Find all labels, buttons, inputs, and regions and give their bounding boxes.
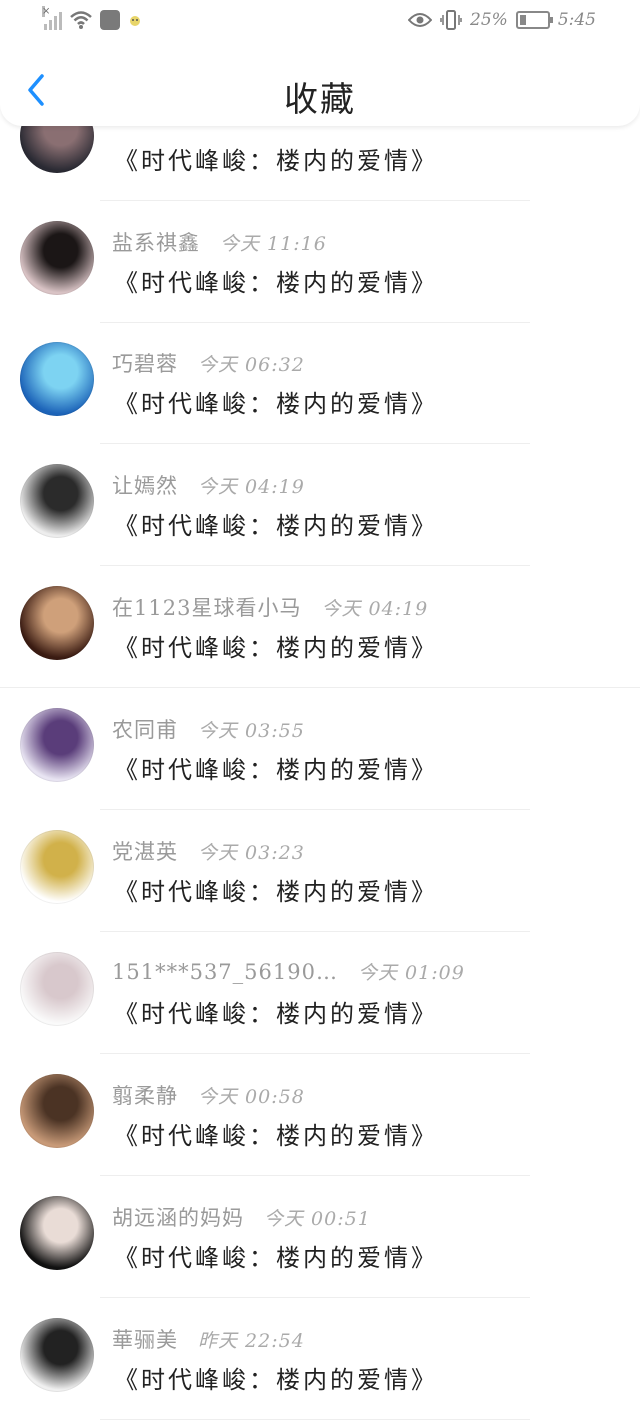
user-name[interactable]: 党湛英 — [112, 836, 178, 866]
avatar[interactable] — [20, 221, 94, 295]
list-item[interactable]: 农同甫 今天 03:55 《时代峰峻：楼内的爱情》 — [0, 688, 640, 810]
user-name[interactable]: 农同甫 — [112, 714, 178, 744]
status-bar: × 25% 5:45 — [0, 0, 640, 44]
user-name[interactable]: 盐系祺鑫 — [112, 227, 200, 257]
avatar[interactable] — [20, 586, 94, 660]
page-title: 收藏 — [284, 80, 356, 120]
avatar[interactable] — [20, 342, 94, 416]
book-title: 《时代峰峻：楼内的爱情》 — [114, 1244, 438, 1272]
list-item[interactable]: 華骊美 昨天 22:54 《时代峰峻：楼内的爱情》 — [0, 1298, 640, 1420]
vibrate-icon — [440, 10, 462, 30]
favorites-list[interactable]: 《时代峰峻：楼内的爱情》 盐系祺鑫 今天 11:16 《时代峰峻：楼内的爱情》 巧… — [0, 0, 640, 1422]
book-title: 《时代峰峻：楼内的爱情》 — [114, 1000, 438, 1028]
clock: 5:45 — [557, 10, 596, 30]
timestamp: 今天 01:09 — [357, 962, 465, 984]
app-notification-icon — [100, 10, 120, 30]
notification-icon — [130, 16, 140, 26]
timestamp: 昨天 22:54 — [198, 1330, 305, 1352]
list-item[interactable]: 151***537_56190… 今天 01:09 《时代峰峻：楼内的爱情》 — [0, 932, 640, 1054]
avatar[interactable] — [20, 1196, 94, 1270]
user-name[interactable]: 在1123星球看小马 — [112, 592, 301, 622]
timestamp: 今天 11:16 — [220, 233, 327, 255]
book-title: 《时代峰峻：楼内的爱情》 — [114, 1366, 438, 1394]
eye-icon — [408, 13, 433, 27]
signal-icon: × — [42, 6, 62, 30]
list-item[interactable]: 巧碧蓉 今天 06:32 《时代峰峻：楼内的爱情》 — [0, 322, 640, 444]
list-item[interactable]: 让嫣然 今天 04:19 《时代峰峻：楼内的爱情》 — [0, 444, 640, 566]
user-name[interactable]: 翦柔静 — [112, 1080, 178, 1110]
list-item[interactable]: 在1123星球看小马 今天 04:19 《时代峰峻：楼内的爱情》 — [0, 566, 640, 688]
user-name[interactable]: 胡远涵的妈妈 — [112, 1202, 244, 1232]
avatar[interactable] — [20, 952, 94, 1026]
avatar[interactable] — [20, 1074, 94, 1148]
timestamp: 今天 00:51 — [264, 1208, 371, 1230]
battery-percent: 25% — [470, 10, 508, 30]
avatar[interactable] — [20, 464, 94, 538]
timestamp: 今天 04:19 — [198, 476, 305, 498]
timestamp: 今天 00:58 — [198, 1086, 305, 1108]
book-title: 《时代峰峻：楼内的爱情》 — [114, 269, 438, 297]
user-name[interactable]: 151***537_56190… — [112, 960, 338, 984]
book-title: 《时代峰峻：楼内的爱情》 — [114, 756, 438, 784]
book-title: 《时代峰峻：楼内的爱情》 — [114, 512, 438, 540]
timestamp: 今天 06:32 — [198, 354, 305, 376]
timestamp: 今天 03:23 — [198, 842, 305, 864]
list-item[interactable]: 盐系祺鑫 今天 11:16 《时代峰峻：楼内的爱情》 — [0, 201, 640, 323]
top-navigation-bar: 收藏 — [0, 44, 640, 126]
list-item[interactable]: 胡远涵的妈妈 今天 00:51 《时代峰峻：楼内的爱情》 — [0, 1176, 640, 1298]
avatar[interactable] — [20, 708, 94, 782]
list-item[interactable]: 党湛英 今天 03:23 《时代峰峻：楼内的爱情》 — [0, 810, 640, 932]
user-name[interactable]: 巧碧蓉 — [112, 348, 178, 378]
divider — [100, 1418, 530, 1420]
book-title: 《时代峰峻：楼内的爱情》 — [114, 634, 438, 662]
user-name[interactable]: 華骊美 — [112, 1324, 178, 1354]
book-title: 《时代峰峻：楼内的爱情》 — [114, 1122, 438, 1150]
wifi-icon — [70, 10, 92, 30]
user-name[interactable]: 让嫣然 — [112, 470, 178, 500]
list-item[interactable]: 翦柔静 今天 00:58 《时代峰峻：楼内的爱情》 — [0, 1054, 640, 1176]
avatar[interactable] — [20, 830, 94, 904]
timestamp: 今天 04:19 — [321, 598, 429, 620]
battery-icon — [515, 11, 553, 29]
book-title: 《时代峰峻：楼内的爱情》 — [114, 147, 438, 175]
avatar[interactable] — [20, 1318, 94, 1392]
book-title: 《时代峰峻：楼内的爱情》 — [114, 390, 438, 418]
timestamp: 今天 03:55 — [198, 720, 305, 742]
book-title: 《时代峰峻：楼内的爱情》 — [114, 878, 438, 906]
